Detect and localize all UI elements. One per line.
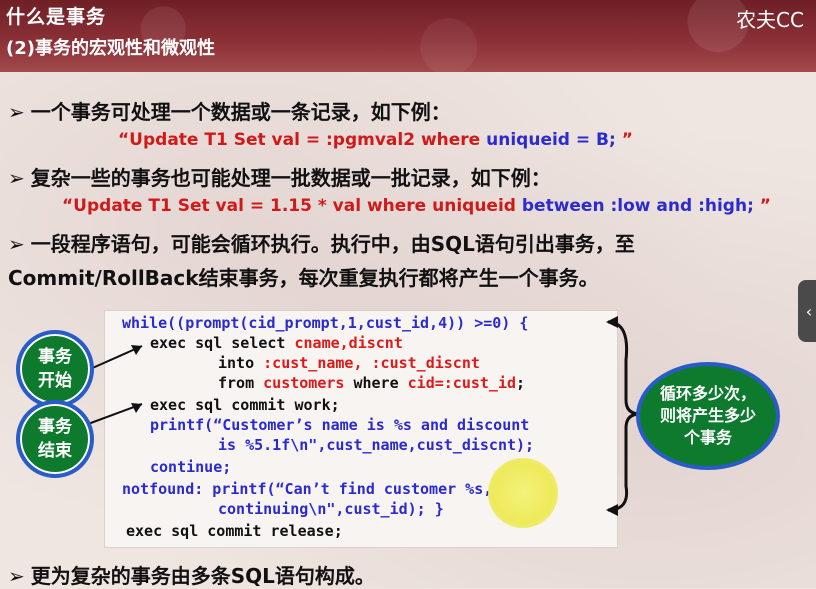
code-line-into: into :cust_name, :cust_discnt xyxy=(218,354,480,372)
highlight-marker xyxy=(488,458,558,528)
code-line-from: from customers where cid=:cust_id; xyxy=(218,374,526,392)
code-line-printf-1: printf(“Customer’s name is %s and discou… xyxy=(150,416,530,434)
bullet-arrow-icon: ➢ xyxy=(8,564,25,588)
bullet-4: ➢ 更为复杂的事务由多条SQL语句构成。 xyxy=(8,560,375,589)
code-line-select: exec sql select cname,discnt xyxy=(150,334,403,352)
code-line-while: while((prompt(cid_prompt,1,cust_id,4)) >… xyxy=(122,314,529,332)
slide-header: 什么是事务 (2)事务的宏观性和微观性 农夫CC xyxy=(0,0,816,72)
bullet-2-text: 复杂一些的事务也可能处理一批数据或一批记录，如下例： xyxy=(30,166,551,190)
code-line-printf-2: is %5.1f\n",cust_name,cust_discnt); xyxy=(218,436,535,454)
example-1-red: “Update T1 Set val = :pgmval2 where xyxy=(118,130,487,150)
side-panel-toggle[interactable]: ‹ xyxy=(798,280,816,342)
slide-title: 什么是事务 xyxy=(6,6,107,28)
badge-transaction-end: 事务 结束 xyxy=(16,400,94,478)
bullet-4-text: 更为复杂的事务由多条SQL语句构成。 xyxy=(30,564,375,588)
example-1-quote: ” xyxy=(621,130,633,150)
badge-transaction-start: 事务 开始 xyxy=(16,330,94,408)
bullet-arrow-icon: ➢ xyxy=(8,232,25,256)
bullet-1: ➢ 一个事务可处理一个数据或一条记录，如下例： xyxy=(8,96,451,125)
example-2-blue: between :low and :high; xyxy=(521,196,760,216)
bullet-arrow-icon: ➢ xyxy=(8,166,25,190)
example-1-blue: uniqueid = B; xyxy=(486,130,622,150)
example-2: “Update T1 Set val = 1.15 * val where un… xyxy=(62,196,771,216)
example-2-red: “Update T1 Set val = 1.15 * val where un… xyxy=(62,196,522,216)
code-line-notfound-1: notfound: printf(“Can’t find customer %s… xyxy=(122,480,493,498)
bullet-arrow-icon: ➢ xyxy=(8,100,25,124)
code-line-commit-work: exec sql commit work; xyxy=(150,396,340,414)
example-1: “Update T1 Set val = :pgmval2 where uniq… xyxy=(118,130,633,150)
code-line-commit-release: exec sql commit release; xyxy=(126,522,343,540)
badge-loop-note: 循环多少次， 则将产生多少 个事务 xyxy=(636,362,780,470)
example-2-quote: ” xyxy=(759,196,771,216)
bullet-2: ➢ 复杂一些的事务也可能处理一批数据或一批记录，如下例： xyxy=(8,162,551,191)
code-line-notfound-2: continuing\n",cust_id); } xyxy=(218,500,444,518)
brand-watermark: 农夫CC xyxy=(736,8,804,32)
bullet-3-continuation: Commit/RollBack结束事务，每次重复执行都将产生一个事务。 xyxy=(8,266,599,290)
chevron-left-icon: ‹ xyxy=(805,301,813,321)
bullet-3-text: 一段程序语句，可能会循环执行。执行中，由SQL语句引出事务，至 xyxy=(30,232,635,256)
bullet-1-text: 一个事务可处理一个数据或一条记录，如下例： xyxy=(30,100,451,124)
code-line-continue: continue; xyxy=(150,458,232,476)
bullet-3: ➢ 一段程序语句，可能会循环执行。执行中，由SQL语句引出事务，至 xyxy=(8,228,635,257)
slide-subtitle: (2)事务的宏观性和微观性 xyxy=(6,38,215,59)
